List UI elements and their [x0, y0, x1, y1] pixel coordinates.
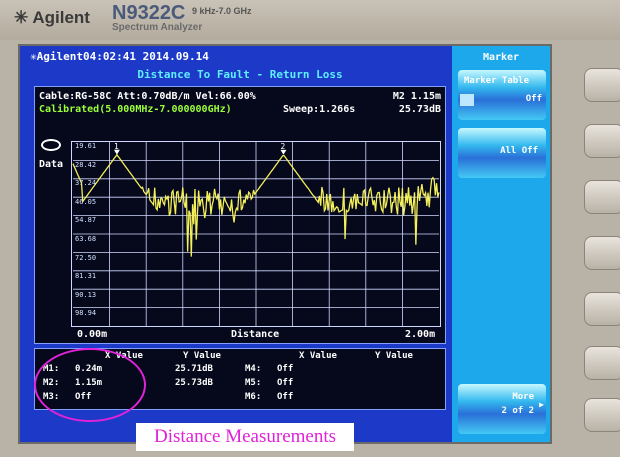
- sweep-time: Sweep:1.266s: [283, 104, 356, 115]
- softkey-page: 2 of 2: [501, 406, 534, 416]
- y-tick-label: 98.94: [75, 309, 97, 318]
- softkey-label: Marker Table: [464, 76, 530, 86]
- y-tick-label: 28.42: [75, 160, 97, 169]
- col-header: Y Value: [375, 351, 413, 361]
- annotation-ellipse: [34, 348, 146, 422]
- y-tick-label: 19.61: [75, 142, 97, 150]
- y-tick-label: 72.50: [75, 253, 97, 262]
- y-tick-label: 37.24: [75, 179, 97, 188]
- hardware-softkey-4[interactable]: [584, 236, 620, 270]
- hardware-softkey-6[interactable]: [584, 346, 620, 380]
- status-text: Agilent04:02:41 2014.09.14: [36, 50, 209, 63]
- marker-label: 1: [114, 142, 119, 151]
- marker-label: 2: [280, 142, 285, 151]
- softkey-menu-title: Marker: [482, 52, 520, 63]
- marker-x: Off: [277, 392, 294, 402]
- y-tick-label: 90.13: [75, 290, 97, 299]
- device-subtitle: Spectrum Analyzer: [112, 22, 203, 33]
- col-header: Y Value: [183, 351, 221, 361]
- annotation-label: Distance Measurements: [136, 423, 354, 451]
- marker-id: M4:: [245, 364, 262, 374]
- trace-cycle-icon[interactable]: [41, 139, 61, 151]
- y-tick-label: 81.31: [75, 272, 97, 281]
- arrow-right-icon: ▶: [539, 400, 544, 409]
- hardware-softkey-3[interactable]: [584, 180, 620, 214]
- col-header: X Value: [299, 351, 337, 361]
- marker-x: Off: [277, 378, 294, 388]
- trace-label: Data: [39, 159, 64, 170]
- dtf-plot: 12: [71, 141, 441, 327]
- hardware-softkey-5[interactable]: [584, 292, 620, 326]
- on-indicator: [460, 94, 474, 106]
- marker-id: M6:: [245, 392, 262, 402]
- x-axis-label: Distance: [231, 329, 280, 340]
- marker-x: Off: [277, 364, 294, 374]
- y-tick-label: 54.87: [75, 216, 97, 225]
- brand: Agilent: [32, 8, 90, 27]
- hardware-softkey-7[interactable]: [584, 398, 620, 432]
- hardware-softkey-2[interactable]: [584, 124, 620, 158]
- frequency-range: 9 kHz-7.0 GHz: [192, 6, 252, 16]
- agilent-logo: ✳ Agilent: [14, 8, 90, 27]
- cable-info: Cable:RG-58C Att:0.70dB/m Vel:66.00%: [39, 91, 256, 102]
- y-tick-label: 46.05: [75, 197, 97, 206]
- trace-panel: Cable:RG-58C Att:0.70dB/m Vel:66.00% Cal…: [34, 86, 446, 344]
- x-end-label: 2.00m: [405, 329, 436, 340]
- all-off-softkey[interactable]: All Off: [458, 128, 546, 178]
- calibration-status: Calibrated(5.000MHz-7.000000GHz): [39, 104, 232, 115]
- marker-table-softkey[interactable]: Marker Table Off: [458, 70, 546, 120]
- active-marker-position: M2 1.15m: [392, 91, 441, 102]
- active-marker-value: 25.73dB: [398, 104, 441, 115]
- status-line: ✳Agilent04:02:41 2014.09.14: [30, 50, 209, 63]
- hardware-softkey-1[interactable]: [584, 68, 620, 102]
- softkey-panel: Marker Marker Table Off All Off More 2 o…: [452, 46, 550, 442]
- measurement-title: Distance To Fault - Return Loss: [137, 68, 343, 81]
- softkey-label: All Off: [500, 146, 538, 156]
- marker-id: M5:: [245, 378, 262, 388]
- x-start-label: 0.00m: [77, 329, 108, 340]
- y-tick-label: 63.68: [75, 235, 97, 243]
- softkey-state: Off: [525, 94, 542, 104]
- instrument-bezel: ✳ Agilent N9322C 9 kHz-7.0 GHz Spectrum …: [0, 0, 620, 40]
- softkey-label: More: [512, 392, 534, 402]
- marker-y: 25.73dB: [175, 378, 213, 388]
- marker-y: 25.71dB: [175, 364, 213, 374]
- more-softkey[interactable]: More 2 of 2 ▶: [458, 384, 546, 434]
